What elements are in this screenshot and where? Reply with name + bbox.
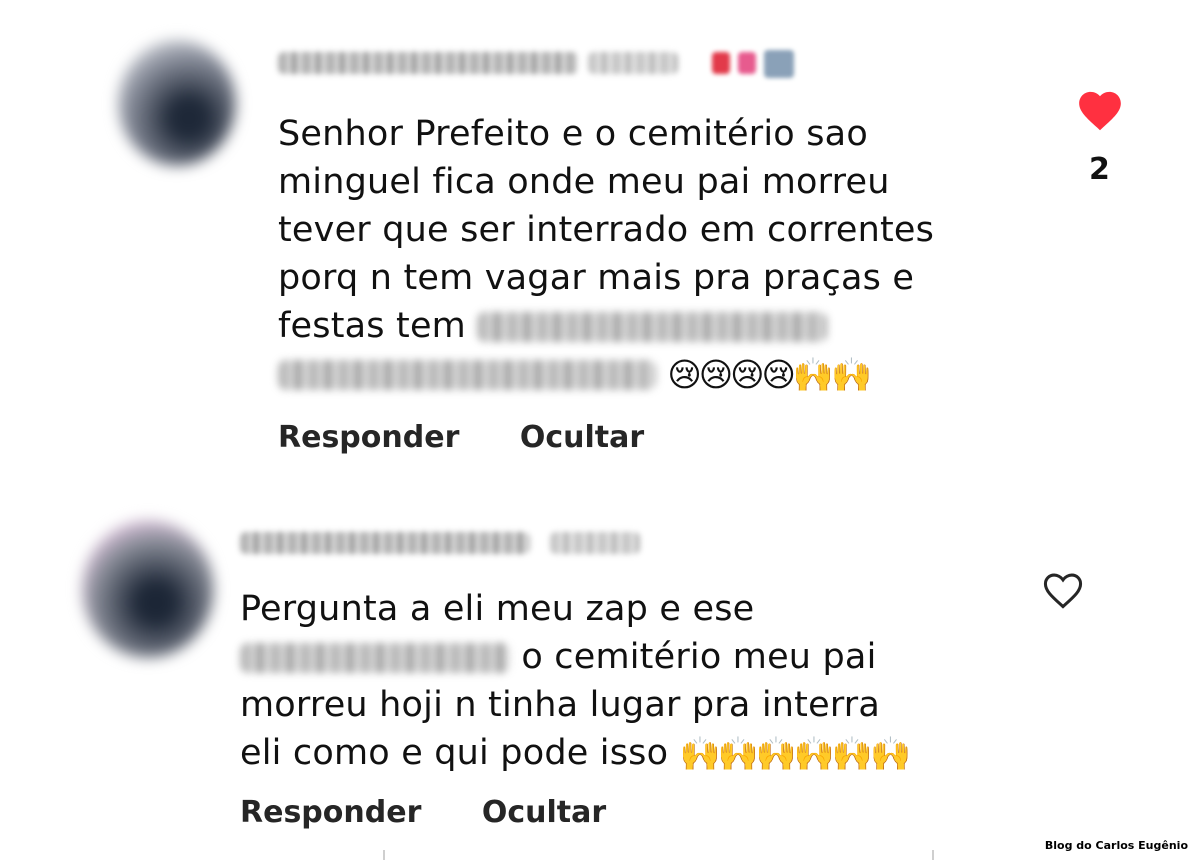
redacted-text: [477, 312, 828, 342]
crying-face-emoji-group: 😢😢😢😢🙌🙌: [667, 355, 872, 394]
comment-text-line: morreu hoji n tinha lugar pra interra: [240, 685, 881, 725]
comment-text-line: tever que ser interrado em correntes: [278, 210, 935, 250]
divider-mark: [932, 850, 934, 860]
reply-button[interactable]: Responder: [278, 420, 459, 455]
username-blurred[interactable]: [278, 52, 578, 74]
comment-text-line: Pergunta a eli meu zap e ese: [240, 589, 755, 629]
comment-text-line: o cemitério meu pai: [521, 637, 877, 677]
comment-text: Pergunta a eli meu zap e ese o cemitério…: [240, 585, 912, 777]
hide-button[interactable]: Ocultar: [482, 795, 606, 830]
like-count: 2: [1089, 152, 1110, 187]
watermark: Blog do Carlos Eugênio: [1044, 839, 1188, 852]
comment-text-line: eli como e qui pode isso: [240, 733, 669, 773]
username-emoji-blurred: [764, 50, 794, 78]
heart-filled-icon[interactable]: [1075, 86, 1125, 132]
username-emoji-blurred: [738, 52, 756, 74]
username-emoji-blurred: [712, 52, 730, 74]
comment-text-line: porq n tem vagar mais pra praças e: [278, 258, 915, 298]
avatar[interactable]: [82, 520, 214, 658]
comment-text-line: minguel fica onde meu pai morreu: [278, 162, 890, 202]
heart-outline-icon[interactable]: [1040, 568, 1086, 610]
comment-actions: Responder Ocultar: [240, 795, 606, 830]
hide-button[interactable]: Ocultar: [520, 420, 644, 455]
comment-actions: Responder Ocultar: [278, 420, 644, 455]
comment-text: Senhor Prefeito e o cemitério sao mingue…: [278, 110, 934, 398]
username-blurred[interactable]: [240, 532, 530, 554]
reply-button[interactable]: Responder: [240, 795, 421, 830]
comment-text-line: Senhor Prefeito e o cemitério sao: [278, 114, 868, 154]
redacted-phone-number: [240, 643, 510, 673]
raising-hands-emoji-group: 🙌🙌🙌🙌🙌🙌: [679, 734, 912, 773]
comment-text-line: festas tem: [278, 306, 466, 346]
redacted-text: [278, 360, 656, 390]
divider-mark: [383, 850, 385, 860]
avatar[interactable]: [118, 40, 236, 166]
timestamp-blurred: [588, 52, 678, 74]
timestamp-blurred: [550, 532, 640, 554]
